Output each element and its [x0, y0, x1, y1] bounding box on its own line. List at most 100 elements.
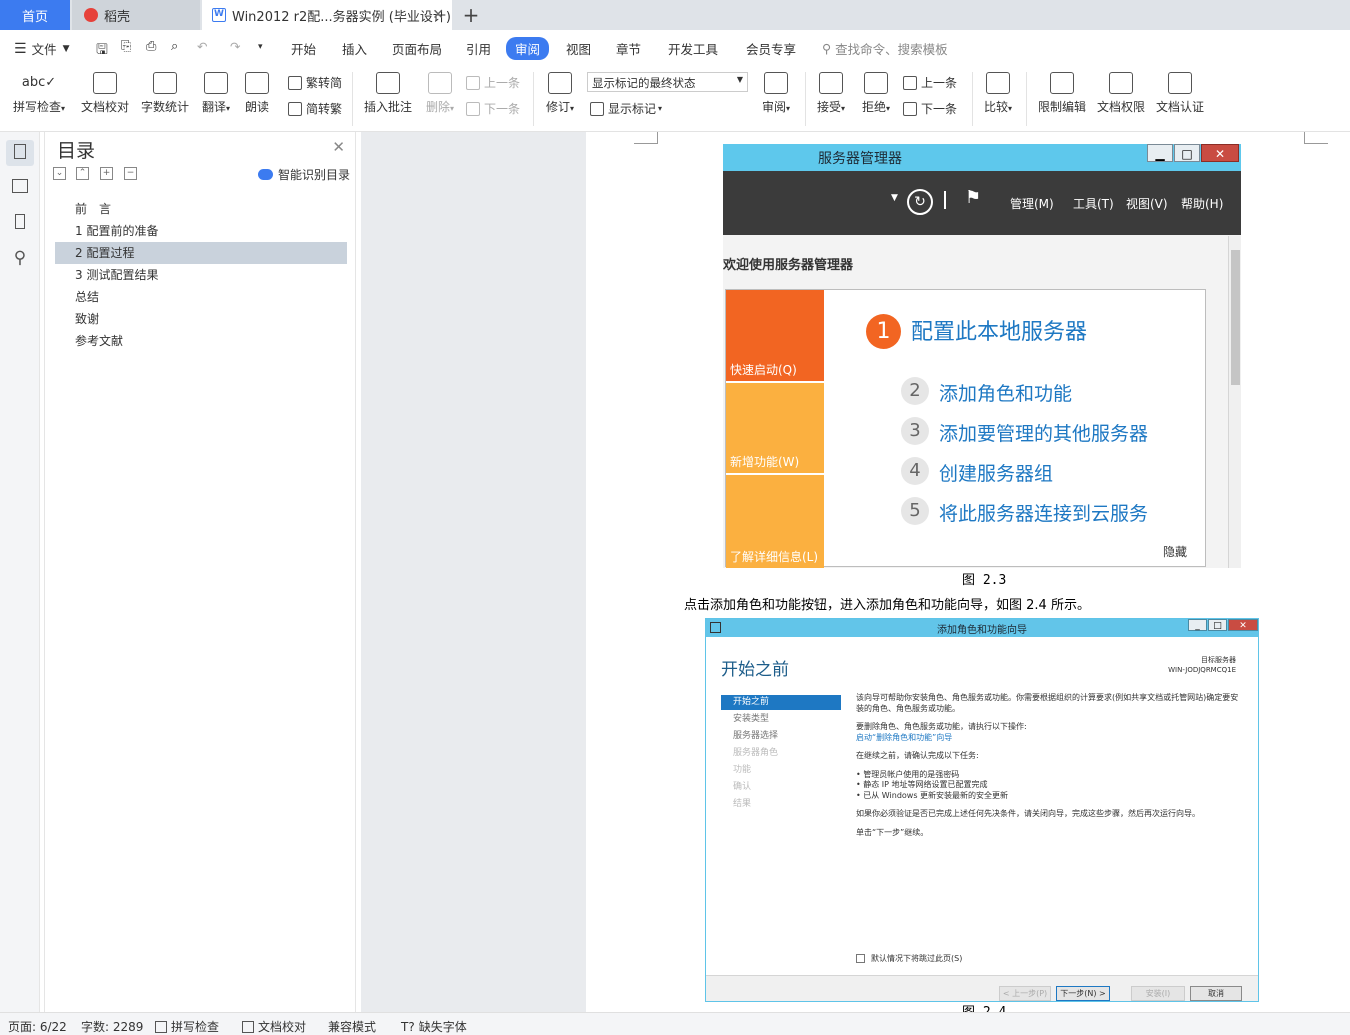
status-spell-check[interactable]: 拼写检查: [155, 1018, 219, 1035]
prev-comment-button[interactable]: 上一条: [466, 74, 520, 91]
read-aloud-icon: [245, 72, 269, 94]
bookmark-icon[interactable]: [10, 212, 30, 232]
compare-button[interactable]: 比较▾: [978, 72, 1018, 115]
toc-item[interactable]: 1 配置前的准备: [55, 220, 347, 242]
redo-icon[interactable]: ↷: [230, 39, 240, 54]
menu-tab-2[interactable]: 页面布局: [392, 39, 442, 58]
close-tab-icon[interactable]: ✕: [432, 7, 444, 23]
close-icon[interactable]: ✕: [332, 138, 345, 156]
create-server-group-link: 创建服务器组: [939, 463, 1054, 485]
spell-check-icon: abc✓: [21, 75, 57, 90]
next-comment-button[interactable]: 下一条: [466, 100, 520, 117]
toc-item[interactable]: 参考文献: [55, 330, 347, 352]
trad-to-simp-button[interactable]: 繁转简: [288, 74, 342, 91]
word-count-indicator[interactable]: 字数: 2289: [81, 1018, 143, 1035]
delete-comment-icon: [428, 72, 452, 94]
menu-tab-1[interactable]: 插入: [342, 39, 367, 58]
toc-panel: 目录 ✕ ⌄ ⌃ + − 智能识别目录 前 言1 配置前的准备 2 配置过程 3 测…: [44, 132, 356, 1012]
delete-comment-button[interactable]: 删除▾: [420, 72, 460, 115]
menu-tab-5[interactable]: 视图: [566, 39, 591, 58]
new-features-block: 新增功能(W): [726, 383, 824, 473]
revise-button[interactable]: 修订▾: [540, 72, 580, 115]
tab-home[interactable]: 首页: [0, 0, 70, 30]
spell-check-button[interactable]: abc✓ 拼写检查▾: [8, 72, 70, 115]
command-search[interactable]: ⚲ 查找命令、搜索模板: [822, 39, 948, 58]
toolbar-divider: [944, 191, 946, 209]
maximize-icon: □: [1174, 144, 1200, 162]
simp-to-trad-button[interactable]: 简转繁: [288, 100, 342, 117]
tab-daoke[interactable]: 稻壳: [72, 0, 200, 30]
server-manager-screenshot: 服务器管理器 ▁ □ ✕ ▼ ↻ ⚑ 管理(M) 工具(T) 视图(V) 帮助(…: [723, 144, 1241, 568]
review-pane-button[interactable]: 审阅▾: [756, 72, 796, 115]
comment-icon: [376, 72, 400, 94]
tab-bar: 首页 稻壳 W Win2012 r2配...务器实例 (毕业设计) ✕ +: [0, 0, 1350, 30]
reject-button[interactable]: 拒绝▾: [856, 72, 896, 115]
wizard-nav-item: 开始之前: [721, 695, 841, 710]
reject-icon: [864, 72, 888, 94]
read-aloud-button[interactable]: 朗读: [240, 72, 274, 115]
print-icon[interactable]: ⎙: [146, 39, 156, 54]
add-level-icon[interactable]: +: [100, 167, 113, 180]
target-server-label: 目标服务器: [1201, 656, 1236, 664]
toc-item[interactable]: 前 言: [55, 198, 347, 220]
toc-item[interactable]: 致谢: [55, 308, 347, 330]
new-tab-button[interactable]: +: [458, 0, 484, 30]
navigation-icon[interactable]: [10, 176, 30, 196]
missing-font-indicator[interactable]: T? 缺失字体: [401, 1018, 467, 1035]
menu-tab-7[interactable]: 开发工具: [668, 39, 718, 58]
menu-tab-8[interactable]: 会员专享: [746, 39, 796, 58]
markup-state-select[interactable]: 显示标记的最终状态 ▼: [587, 72, 748, 92]
export-pdf-icon[interactable]: ⎘: [121, 39, 131, 54]
search-icon[interactable]: ⚲: [10, 248, 30, 268]
translate-button[interactable]: 翻译▾: [196, 72, 236, 115]
quick-start-label: 快速启动(Q): [730, 363, 797, 377]
prev-comment-icon: [466, 75, 480, 90]
wizard-prev-button: < 上一步(P): [999, 986, 1051, 1001]
wizard-content: 该向导可帮助你安装角色、角色服务或功能。你需要根据组织的计算要求(例如共享文档或…: [856, 693, 1246, 846]
menu-tab-6[interactable]: 章节: [616, 39, 641, 58]
next-change-button[interactable]: 下一条: [903, 100, 957, 117]
status-doc-proofread[interactable]: 文档校对: [242, 1018, 306, 1035]
smart-toc-button[interactable]: 智能识别目录: [257, 166, 350, 183]
wizard-install-button: 安装(I): [1131, 986, 1185, 1001]
quick-access-dropdown-icon[interactable]: ▾: [258, 42, 263, 52]
print-preview-icon[interactable]: ⌕: [171, 39, 178, 54]
hamburger-icon: ☰: [14, 40, 27, 57]
show-markup-button[interactable]: 显示标记 ▾: [590, 100, 662, 117]
wizard-next-button: 下一步(N) >: [1056, 986, 1110, 1001]
toc-panel-icon[interactable]: [6, 140, 34, 166]
wizard-intro: 该向导可帮助你安装角色、角色服务或功能。你需要根据组织的计算要求(例如共享文档或…: [856, 693, 1239, 713]
toc-item[interactable]: 总结: [55, 286, 347, 308]
menu-tab-0[interactable]: 开始: [291, 39, 316, 58]
remove-level-icon[interactable]: −: [124, 167, 137, 180]
tab-document[interactable]: W Win2012 r2配...务器实例 (毕业设计) ✕: [202, 0, 452, 30]
prev-change-button[interactable]: 上一条: [903, 74, 957, 91]
page-indicator[interactable]: 页面: 6/22: [8, 1018, 67, 1035]
file-menu-label: 文件: [31, 42, 57, 57]
collapse-all-icon[interactable]: ⌄: [53, 167, 66, 180]
review-pane-label: 审阅: [761, 100, 786, 114]
undo-icon[interactable]: ↶: [197, 39, 207, 54]
word-count-button[interactable]: 字数统计: [138, 72, 192, 115]
doc-permission-button[interactable]: 文档权限: [1094, 72, 1148, 115]
file-menu[interactable]: ☰ 文件 ▼: [14, 39, 70, 58]
doc-certify-button[interactable]: 文档认证: [1152, 72, 1208, 115]
compat-mode-indicator: 兼容模式: [328, 1020, 377, 1034]
scrollbar-thumb: [1231, 250, 1240, 385]
wizard-nav-item: 确认: [733, 782, 752, 792]
toc-item[interactable]: 3 测试配置结果: [55, 264, 347, 286]
toc-item[interactable]: 2 配置过程: [55, 242, 347, 264]
accept-button[interactable]: 接受▾: [811, 72, 851, 115]
add-roles-link: 添加角色和功能: [939, 383, 1073, 405]
new-features-label: 新增功能(W): [730, 455, 800, 469]
spell-check-icon: [155, 1020, 167, 1033]
expand-up-icon[interactable]: ⌃: [76, 167, 89, 180]
doc-proofread-button[interactable]: 文档校对: [78, 72, 132, 115]
menu-tab-3[interactable]: 引用: [466, 39, 491, 58]
smart-toc-label: 智能识别目录: [277, 168, 350, 182]
minimize-icon: _: [1188, 619, 1207, 631]
menu-tab-4[interactable]: 审阅: [506, 37, 550, 60]
save-icon[interactable]: 🖫: [96, 39, 108, 63]
restrict-edit-button[interactable]: 限制编辑: [1034, 72, 1090, 115]
insert-comment-button[interactable]: 插入批注: [360, 72, 416, 115]
